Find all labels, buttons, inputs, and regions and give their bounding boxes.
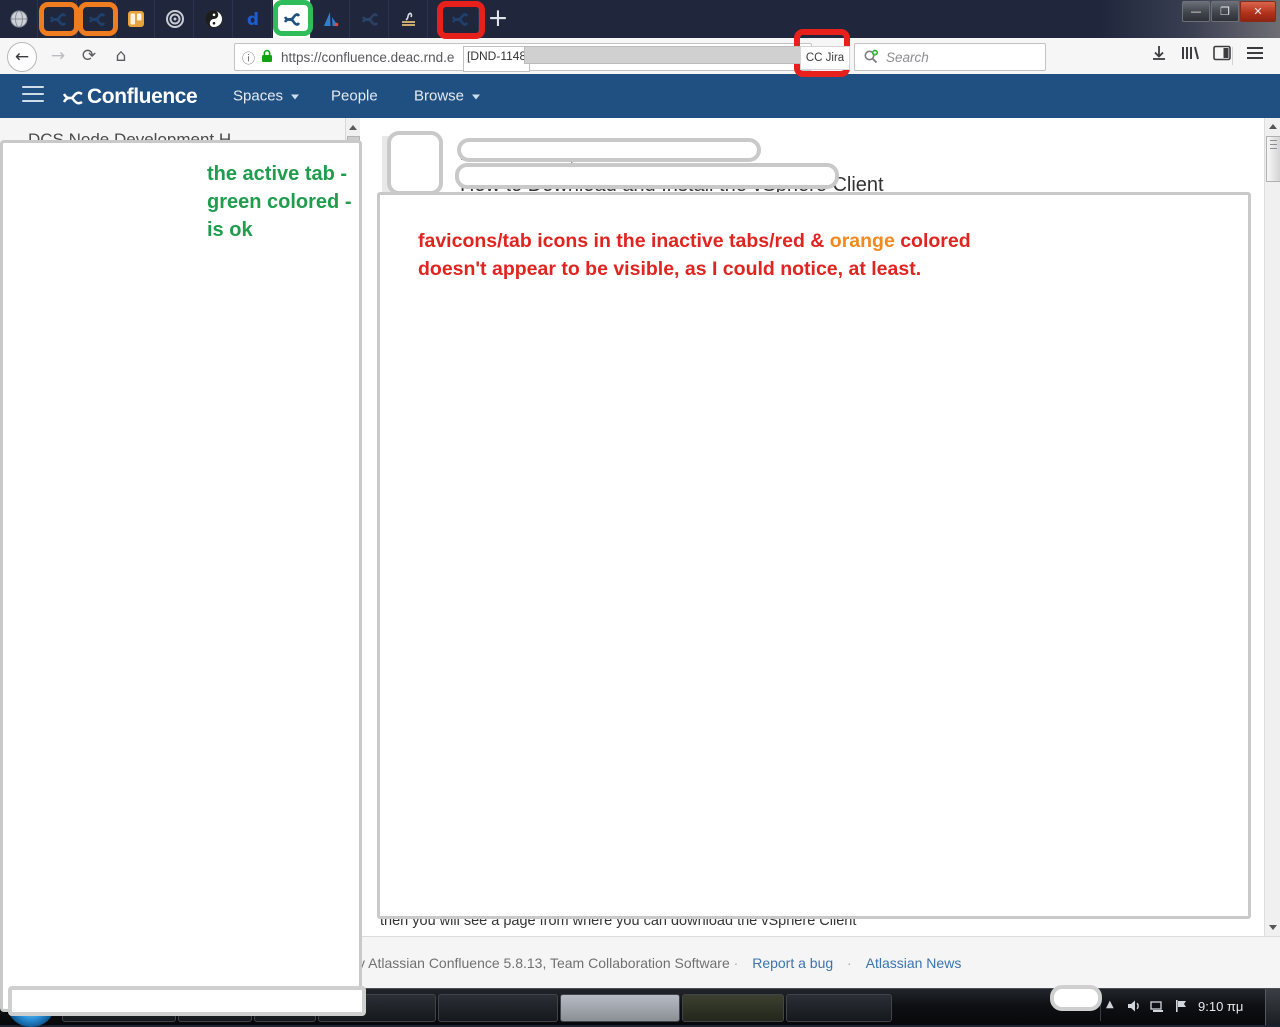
confluence-logo-icon (62, 91, 83, 105)
spiral-icon (165, 10, 184, 28)
tab-d[interactable]: d (234, 0, 272, 38)
taskbar-item[interactable] (682, 994, 784, 1022)
scroll-up-arrow-icon[interactable] (1269, 124, 1277, 129)
confluence-icon (49, 13, 66, 26)
tab-confluence-2[interactable] (78, 0, 116, 38)
nav-people[interactable]: People (331, 88, 378, 105)
search-engine-icon[interactable] (863, 49, 879, 65)
annotation-text-green: the active tab - green colored - is ok (207, 163, 352, 241)
tab-java[interactable] (390, 0, 428, 38)
footer-separator: · (847, 955, 852, 971)
confluence-icon (361, 13, 378, 26)
tab-globe[interactable] (0, 0, 38, 38)
svg-text:d: d (246, 10, 258, 29)
page-scroll-thumb[interactable] (1266, 136, 1280, 182)
chevron-down-icon (291, 94, 300, 100)
network-icon[interactable] (1150, 999, 1165, 1017)
redaction-tray (1050, 985, 1102, 1011)
home-button[interactable]: ⌂ (107, 42, 135, 70)
atlassian-icon (323, 12, 338, 27)
new-tab-button[interactable]: + (484, 4, 512, 32)
search-placeholder: Search (886, 49, 929, 65)
redaction-page-title (455, 163, 839, 189)
library-icon[interactable] (1178, 44, 1202, 68)
forward-button[interactable]: → (44, 42, 72, 70)
nav-browse-label: Browse (414, 87, 465, 105)
nav-spaces[interactable]: Spaces (233, 87, 300, 105)
browser-tab-strip: d + — ❐ ✕ (0, 0, 1280, 38)
tab-atlassian[interactable] (312, 0, 350, 38)
tray-overflow-icon[interactable]: ▲ (1106, 999, 1114, 1010)
confluence-icon (451, 13, 468, 26)
window-controls: — ❐ ✕ (1182, 1, 1276, 22)
browser-navigation-bar: ← → ⟳ ⌂ ⓘ https://confluence.deac.rnd.e … (0, 38, 1280, 75)
url-text: https://confluence.deac.rnd.e (281, 49, 455, 65)
confluence-icon (283, 13, 300, 26)
tab-confluence-active[interactable] (273, 0, 311, 38)
show-desktop-button[interactable] (1265, 989, 1280, 1025)
confluence-logo-text: Confluence (87, 85, 198, 108)
annotation-panel-red: favicons/tab icons in the inactive tabs/… (377, 192, 1251, 919)
java-stack-icon (401, 12, 415, 26)
redaction-page-logo (387, 131, 443, 195)
footer-prefix: y Atlassian Confluence 5.8.13, Team Coll… (358, 955, 730, 971)
taskbar-item-active[interactable] (560, 994, 680, 1022)
toolbar-separator (1232, 47, 1233, 65)
taskbar-item[interactable] (438, 994, 558, 1022)
trello-icon (127, 11, 144, 27)
tab-spiral[interactable] (156, 0, 194, 38)
annotation-text-orange-word: orange (829, 230, 895, 252)
restore-button[interactable]: ❐ (1211, 1, 1239, 22)
hamburger-menu-icon[interactable] (22, 86, 44, 104)
nav-spaces-label: Spaces (233, 87, 284, 105)
footer-separator: · (733, 955, 739, 971)
menu-icon[interactable] (1243, 44, 1267, 68)
clock[interactable]: 9:10 πμ (1198, 999, 1243, 1014)
tab-confluence-1[interactable] (39, 0, 77, 38)
nav-people-label: People (331, 87, 378, 105)
lock-icon (261, 49, 273, 66)
tab-confluence-4[interactable] (441, 0, 479, 38)
scroll-down-arrow-icon[interactable] (1269, 925, 1277, 930)
atlassian-news-link[interactable]: Atlassian News (866, 955, 962, 971)
globe-icon (10, 10, 27, 28)
tab-confluence-3[interactable] (351, 0, 389, 38)
redaction-breadcrumb (457, 138, 761, 162)
url-redaction-bar (524, 46, 812, 64)
letter-d-icon: d (246, 10, 258, 29)
tab-yinyang[interactable] (195, 0, 233, 38)
reload-button[interactable]: ⟳ (75, 42, 103, 70)
confluence-logo[interactable]: Confluence (62, 85, 198, 109)
confluence-header: Confluence Spaces People Browse Create ? (0, 74, 1280, 195)
annotation-text-red-part1: favicons/tab icons in the inactive tabs/… (418, 230, 830, 252)
close-button[interactable]: ✕ (1240, 1, 1276, 22)
annotation-panel-green: the active tab - green colored - is ok (0, 140, 362, 1012)
scroll-up-arrow-icon[interactable] (349, 125, 357, 130)
url-tooltip: [DND-1148 (463, 46, 531, 72)
annotation-text-red: favicons/tab icons in the inactive tabs/… (418, 227, 998, 283)
minimize-button[interactable]: — (1182, 1, 1210, 22)
tab-trello[interactable] (117, 0, 155, 38)
flag-icon[interactable] (1174, 999, 1189, 1017)
redaction-taskbar (8, 986, 366, 1016)
nav-browse[interactable]: Browse (414, 87, 481, 105)
sidebar-icon[interactable] (1210, 44, 1234, 68)
page-scrollbar[interactable] (1264, 118, 1280, 936)
yin-yang-icon (204, 10, 223, 28)
volume-icon[interactable] (1127, 999, 1142, 1017)
confluence-icon (88, 13, 105, 26)
report-a-bug-link[interactable]: Report a bug (752, 955, 833, 971)
browser-search-box[interactable]: Search (854, 43, 1046, 71)
download-icon[interactable] (1147, 44, 1171, 68)
site-info-icon[interactable]: ⓘ (242, 48, 255, 67)
bookmark-cc-jira[interactable]: CC Jira (800, 46, 850, 70)
back-button[interactable]: ← (7, 42, 37, 72)
chevron-down-icon (472, 94, 481, 100)
footer-text: y Atlassian Confluence 5.8.13, Team Coll… (358, 955, 971, 971)
taskbar-item[interactable] (786, 994, 892, 1022)
